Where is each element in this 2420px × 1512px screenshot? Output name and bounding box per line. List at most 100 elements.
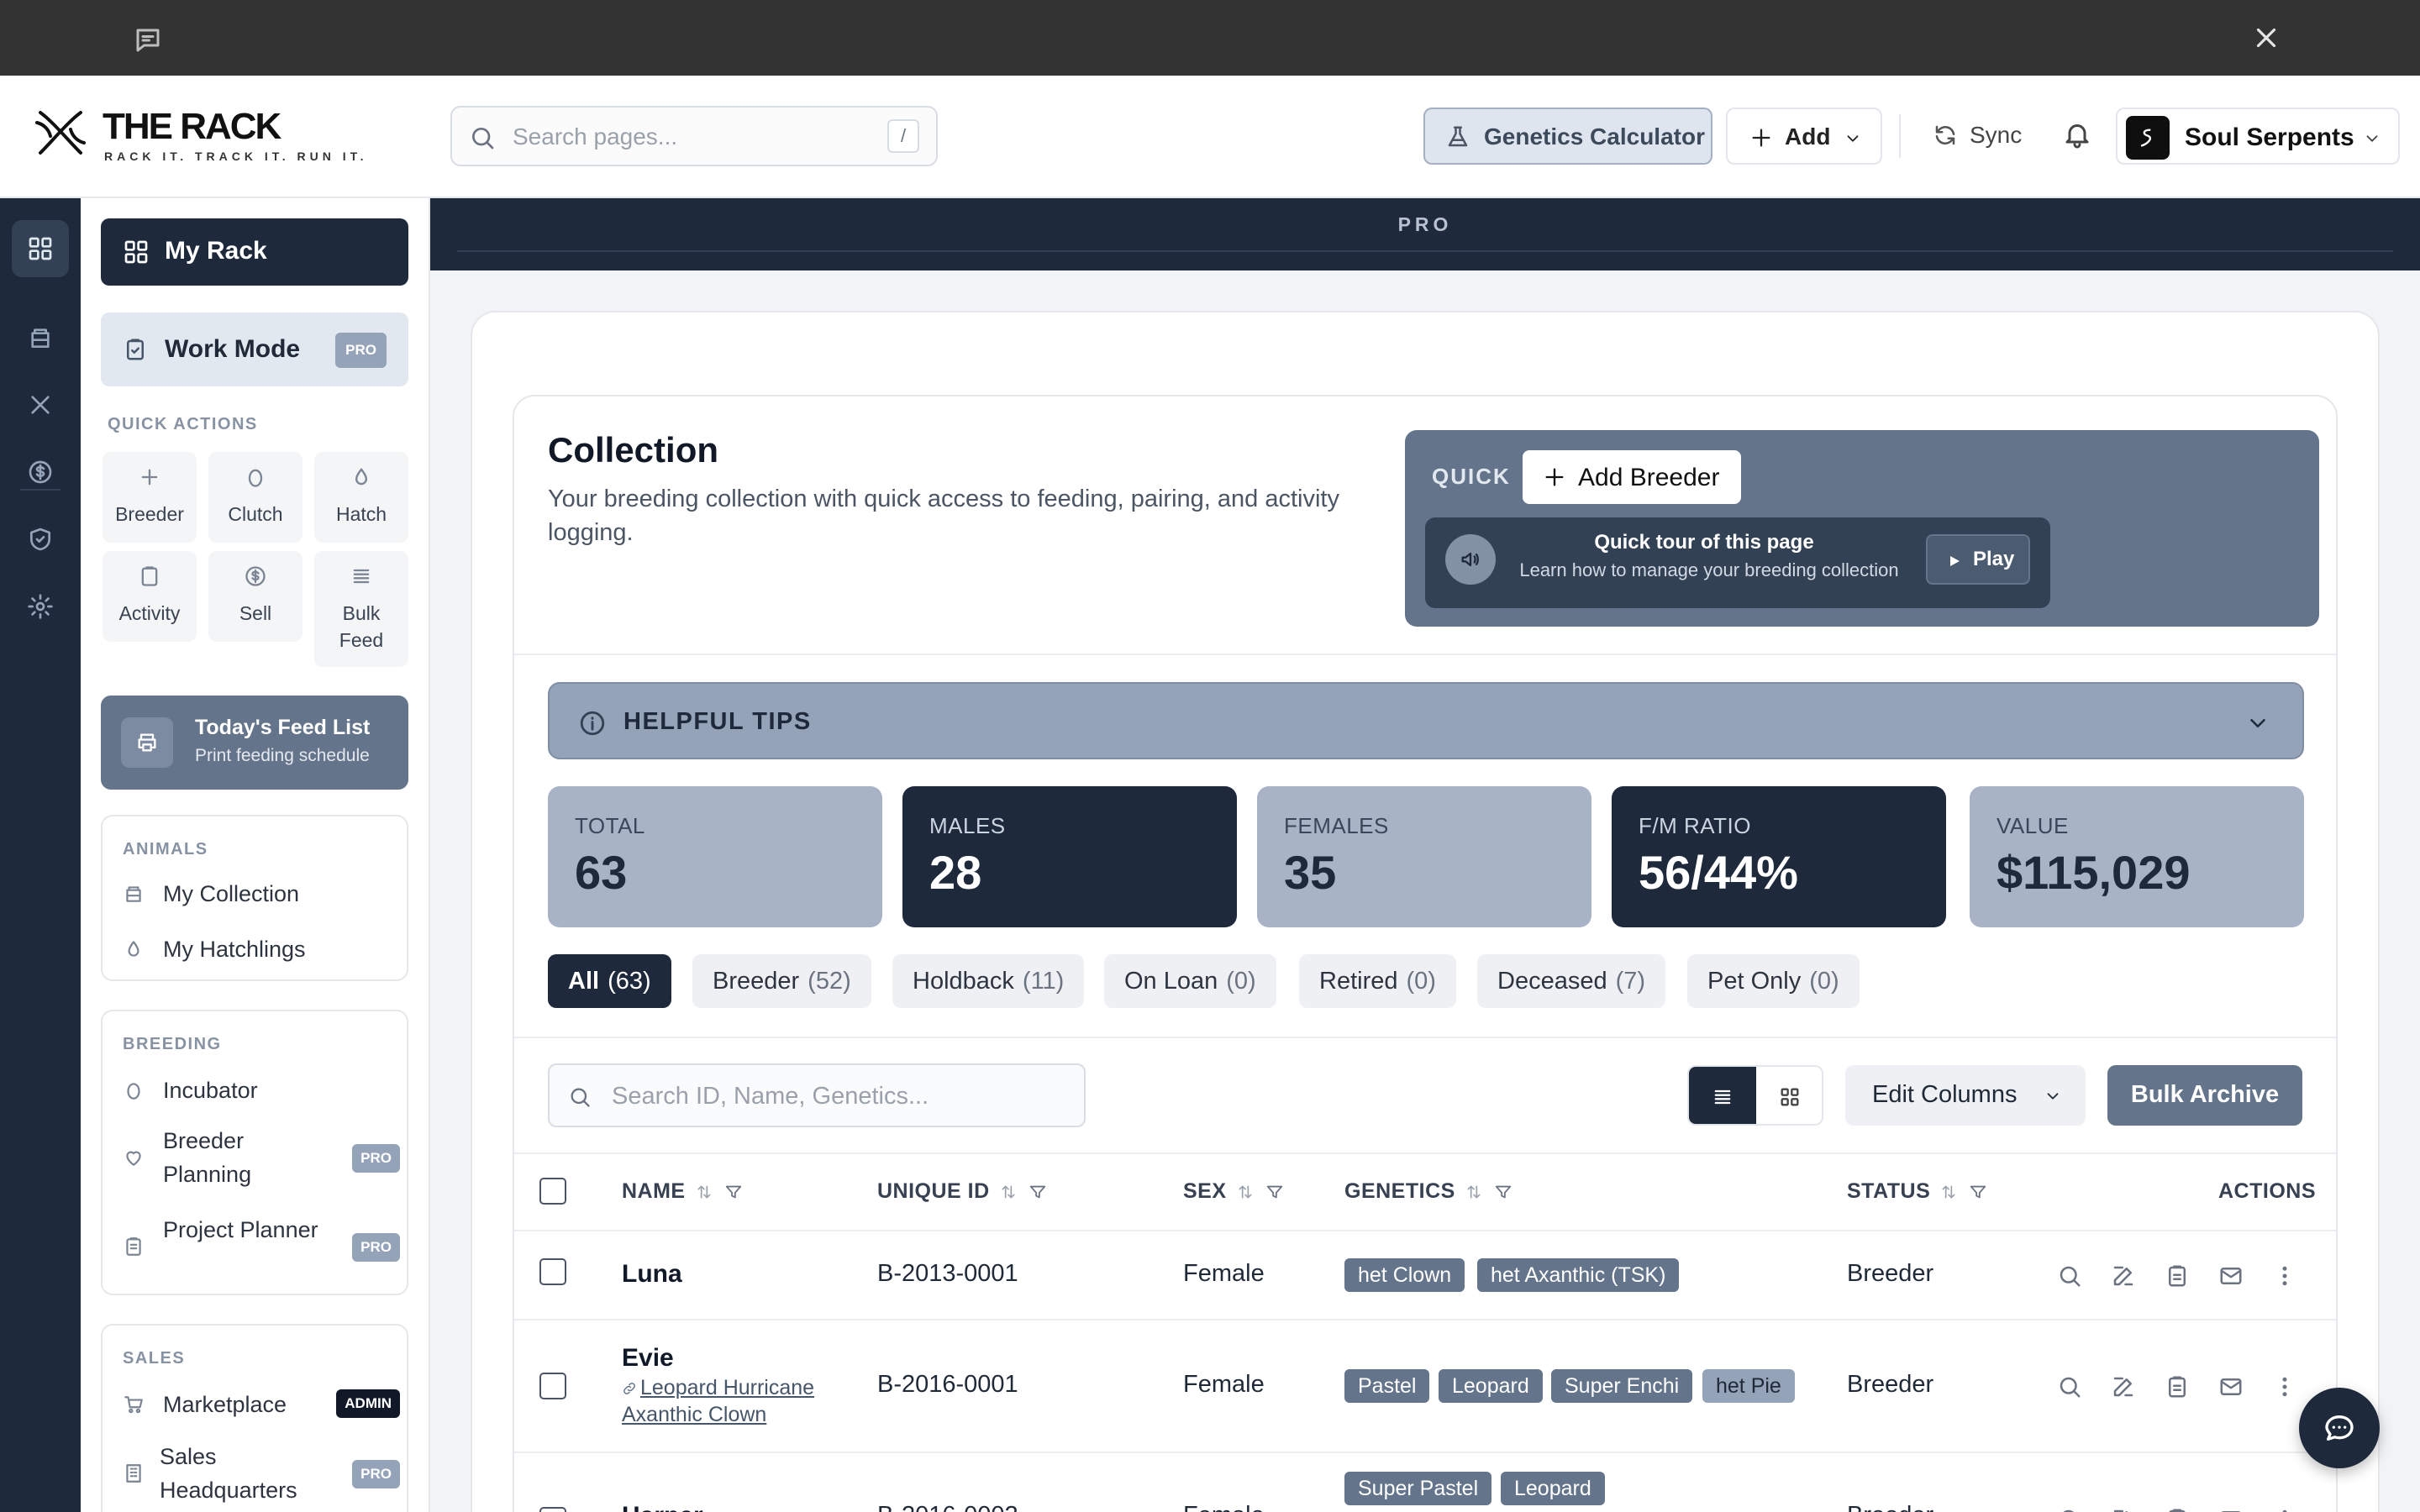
- filter-holdback[interactable]: Holdback (11): [892, 954, 1085, 1008]
- feedback-icon[interactable]: [133, 25, 163, 52]
- sidebar-item-marketplace[interactable]: Marketplace ADMIN: [123, 1379, 400, 1430]
- sidebar-item-my-collection[interactable]: My Collection: [123, 869, 400, 919]
- quick-action-sell[interactable]: Sell: [208, 551, 302, 642]
- rail-settings[interactable]: [12, 578, 69, 635]
- select-all-checkbox[interactable]: [539, 1178, 566, 1205]
- sidebar-item-label: My Hatchlings: [163, 937, 306, 962]
- table-row[interactable]: Harper B-2016-0002 Female Super Pastel L…: [514, 1453, 2336, 1512]
- sidebar: My Rack Work Mode PRO QUICK ACTIONS Bree…: [81, 198, 430, 1512]
- animal-name[interactable]: Harper: [622, 1502, 703, 1512]
- chevron-down-icon: [1844, 129, 1862, 148]
- organization-switcher[interactable]: Soul Serpents: [2116, 108, 2400, 165]
- search-icon[interactable]: [2057, 1507, 2082, 1512]
- bell-icon[interactable]: [2062, 119, 2092, 151]
- filter-on-loan[interactable]: On Loan (0): [1104, 954, 1276, 1008]
- rail-dashboard[interactable]: [12, 220, 69, 277]
- quick-action-clutch[interactable]: Clutch: [208, 452, 302, 543]
- page-search-input[interactable]: Search pages... /: [450, 106, 938, 166]
- rail-the-rack[interactable]: [12, 376, 69, 433]
- mail-icon[interactable]: [2218, 1507, 2244, 1512]
- animal-name[interactable]: Evie: [622, 1344, 674, 1373]
- genetics-tag: Pastel: [1344, 1369, 1430, 1403]
- quick-action-activity[interactable]: Activity: [103, 551, 197, 642]
- rail-sales[interactable]: [12, 444, 69, 501]
- more-icon[interactable]: [2272, 1263, 2297, 1289]
- grid-view-button[interactable]: [1756, 1067, 1822, 1124]
- mail-icon[interactable]: [2218, 1263, 2244, 1289]
- column-header-sex[interactable]: SEX: [1183, 1179, 1284, 1204]
- search-icon[interactable]: [2057, 1263, 2082, 1289]
- filter-deceased[interactable]: Deceased (7): [1477, 954, 1666, 1008]
- helpful-tips-toggle[interactable]: HELPFUL TIPS: [548, 682, 2304, 759]
- row-checkbox[interactable]: [539, 1258, 566, 1285]
- quick-action-hatch[interactable]: Hatch: [314, 452, 408, 543]
- column-header-status[interactable]: STATUS: [1847, 1179, 1987, 1204]
- row-checkbox[interactable]: [539, 1507, 566, 1512]
- table-row[interactable]: Evie Leopard Hurricane Axanthic Clown B-…: [514, 1320, 2336, 1453]
- column-header-name[interactable]: NAME: [622, 1179, 743, 1204]
- sidebar-item-incubator[interactable]: Incubator: [123, 1065, 400, 1116]
- play-tour-button[interactable]: Play: [1926, 534, 2030, 585]
- sort-icon: [1239, 1185, 1252, 1199]
- filter-retired[interactable]: Retired (0): [1299, 954, 1456, 1008]
- quick-action-bulk-feed[interactable]: Bulk Feed: [314, 551, 408, 667]
- edit-icon[interactable]: [2111, 1263, 2136, 1289]
- sidebar-item-breeder-planning[interactable]: Breeder Planning PRO: [123, 1122, 400, 1193]
- add-breeder-button[interactable]: Add Breeder: [1523, 450, 1741, 504]
- sidebar-item-project-planner[interactable]: Project Planner PRO: [123, 1211, 400, 1282]
- list-view-button[interactable]: [1689, 1067, 1756, 1124]
- animal-name[interactable]: Luna: [622, 1260, 682, 1289]
- table-row[interactable]: Luna B-2013-0001 Female het Clown het Ax…: [514, 1231, 2336, 1320]
- bulk-archive-button[interactable]: Bulk Archive: [2107, 1065, 2302, 1126]
- todays-feed-list-button[interactable]: Today's Feed List Print feeding schedule: [101, 696, 408, 790]
- quick-label: QUICK: [1432, 464, 1511, 489]
- pro-banner: PRO: [430, 198, 2420, 270]
- column-header-genetics[interactable]: GENETICS: [1344, 1179, 1512, 1204]
- add-menu-button[interactable]: Add: [1726, 108, 1882, 165]
- sort-icon: [697, 1185, 711, 1199]
- quick-action-label: Activity: [118, 602, 181, 624]
- section-divider: [514, 654, 2336, 655]
- search-placeholder: Search ID, Name, Genetics...: [612, 1083, 929, 1110]
- filter-pet-only[interactable]: Pet Only (0): [1687, 954, 1860, 1008]
- tour-subtitle: Learn how to manage your breeding collec…: [1519, 559, 1899, 580]
- logo-icon[interactable]: [34, 106, 87, 160]
- quick-action-breeder[interactable]: Breeder: [103, 452, 197, 543]
- more-icon[interactable]: [2272, 1374, 2297, 1399]
- clipboard-icon[interactable]: [2165, 1263, 2190, 1289]
- search-icon[interactable]: [2057, 1374, 2082, 1399]
- close-icon[interactable]: [2250, 22, 2282, 54]
- my-rack-button[interactable]: My Rack: [101, 218, 408, 286]
- sex: Female: [1183, 1260, 1265, 1287]
- collection-search-input[interactable]: Search ID, Name, Genetics...: [548, 1063, 1086, 1127]
- column-header-unique-id[interactable]: UNIQUE ID: [877, 1179, 1047, 1204]
- page-description: Your breeding collection with quick acce…: [548, 486, 1339, 546]
- rail-rack[interactable]: [12, 309, 69, 366]
- quick-action-label: Clutch: [228, 503, 283, 525]
- row-checkbox[interactable]: [539, 1373, 566, 1399]
- feed-list-subtitle: Print feeding schedule: [195, 746, 370, 765]
- clipboard-icon[interactable]: [2165, 1374, 2190, 1399]
- edit-columns-button[interactable]: Edit Columns: [1845, 1065, 2086, 1126]
- chat-support-button[interactable]: [2299, 1388, 2380, 1468]
- filter-all[interactable]: All (63): [548, 954, 671, 1008]
- rail-security[interactable]: [12, 511, 69, 568]
- sidebar-item-my-hatchlings[interactable]: My Hatchlings: [123, 924, 400, 974]
- genetics-tag: Super Pastel: [1344, 1472, 1492, 1505]
- edit-icon[interactable]: [2111, 1507, 2136, 1512]
- sidebar-item-sales-headquarters[interactable]: Sales Headquarters PRO: [123, 1438, 400, 1509]
- filter-icon: [725, 1186, 741, 1199]
- sex: Female: [1183, 1502, 1265, 1512]
- sync-button[interactable]: Sync: [1933, 119, 2033, 153]
- stat-males: MALES 28: [902, 786, 1237, 927]
- mail-icon[interactable]: [2218, 1374, 2244, 1399]
- filter-breeder[interactable]: Breeder (52): [692, 954, 871, 1008]
- work-mode-button[interactable]: Work Mode PRO: [101, 312, 408, 386]
- stat-label: VALUE: [1996, 813, 2069, 838]
- genetics-calculator-button[interactable]: Genetics Calculator: [1423, 108, 1712, 165]
- edit-icon[interactable]: [2111, 1374, 2136, 1399]
- more-icon[interactable]: [2272, 1507, 2297, 1512]
- chevron-down-icon: [2363, 129, 2381, 148]
- genetics-link[interactable]: Leopard Hurricane Axanthic Clown: [622, 1374, 857, 1428]
- clipboard-icon[interactable]: [2165, 1507, 2190, 1512]
